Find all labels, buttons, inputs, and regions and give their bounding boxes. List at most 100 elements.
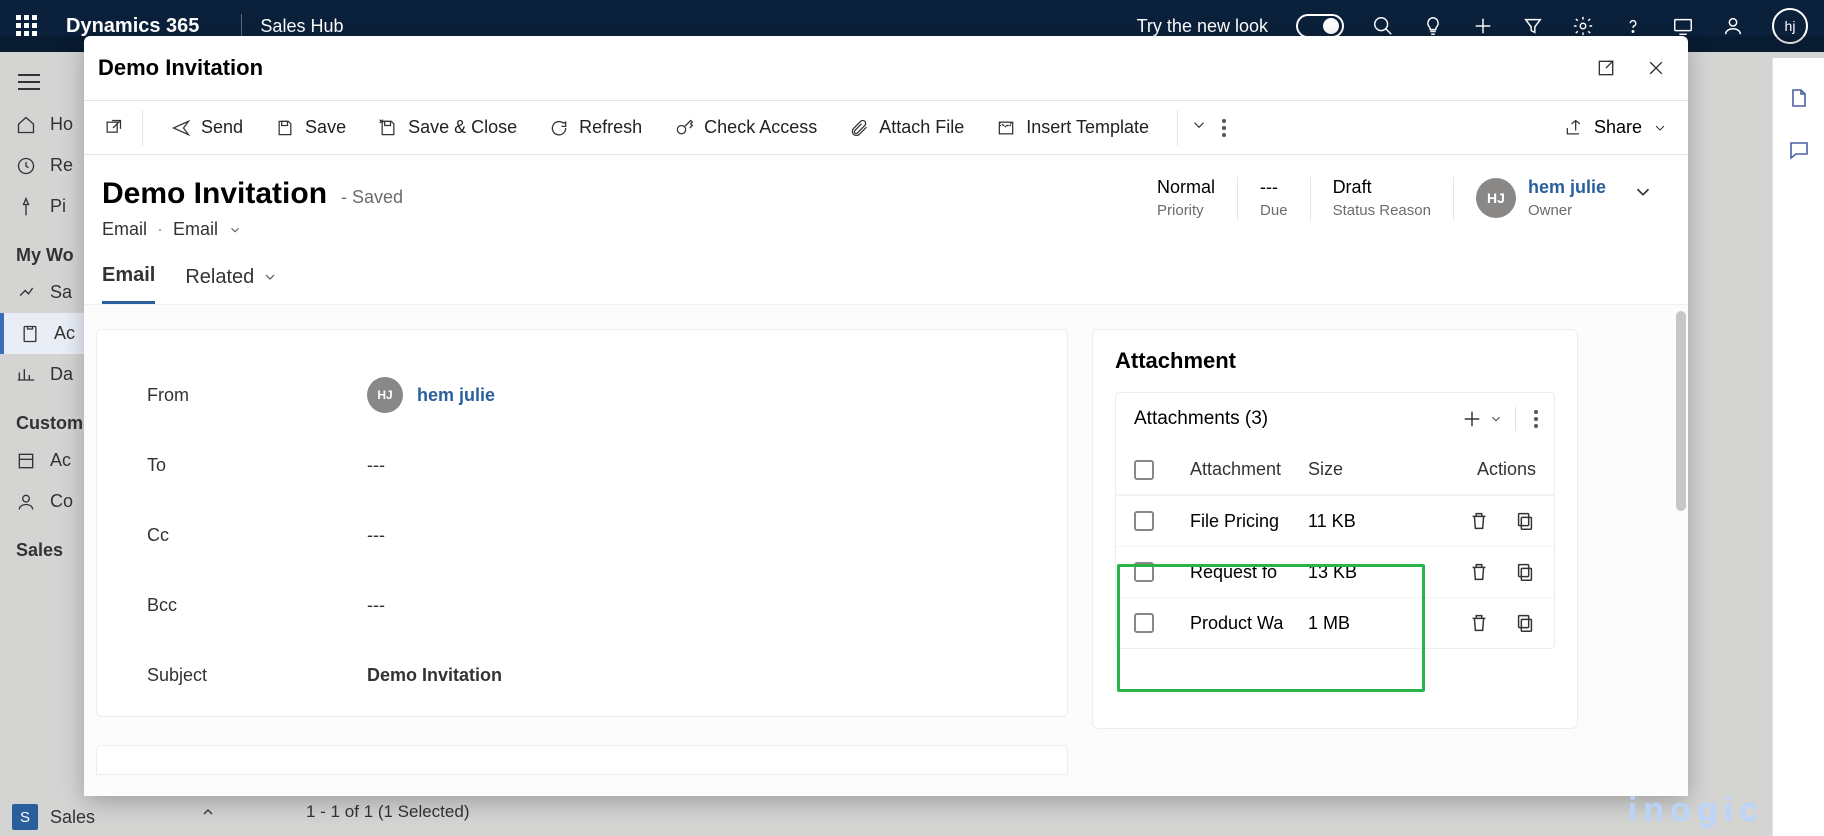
row-checkbox[interactable] [1134, 613, 1154, 633]
save-close-button[interactable]: Save & Close [362, 101, 533, 154]
from-field[interactable]: HJ hem julie [367, 377, 495, 413]
gear-icon[interactable] [1572, 15, 1594, 37]
copy-icon[interactable] [1514, 612, 1536, 634]
col-actions: Actions [1428, 459, 1536, 480]
vertical-scrollbar[interactable] [1676, 311, 1686, 511]
priority-value: Normal [1157, 177, 1215, 198]
chat-icon[interactable] [1787, 138, 1811, 162]
email-body-card[interactable] [96, 745, 1068, 775]
delete-icon[interactable] [1468, 510, 1490, 532]
copy-icon[interactable] [1514, 561, 1536, 583]
add-attachment-button[interactable] [1461, 408, 1483, 430]
attachment-card: Attachment Attachments (3) Attachment Si… [1092, 329, 1578, 729]
chevron-down-icon [262, 269, 278, 285]
subject-field[interactable]: Demo Invitation [367, 665, 502, 686]
from-name: hem julie [417, 385, 495, 406]
attachment-size: 1 MB [1308, 613, 1428, 634]
cc-field[interactable]: --- [367, 525, 385, 546]
brand-label: Dynamics 365 [66, 15, 199, 38]
panel-title: Demo Invitation [98, 55, 263, 81]
priority-label: Priority [1157, 202, 1215, 219]
send-button[interactable]: Send [155, 101, 259, 154]
attachment-size: 13 KB [1308, 562, 1428, 583]
screen-icon[interactable] [1672, 15, 1694, 37]
subject-label: Subject [147, 665, 367, 686]
search-icon[interactable] [1372, 15, 1394, 37]
bcc-label: Bcc [147, 595, 367, 616]
attachment-row[interactable]: Request fo 13 KB [1116, 546, 1554, 597]
status-label: Status Reason [1333, 202, 1431, 219]
insert-template-button[interactable]: Insert Template [980, 101, 1165, 154]
attachment-row[interactable]: Product Wa 1 MB [1116, 597, 1554, 648]
col-size[interactable]: Size [1308, 459, 1428, 480]
from-avatar: HJ [367, 377, 403, 413]
attachment-name[interactable]: Request fo [1190, 562, 1308, 583]
attachments-more-button[interactable] [1528, 410, 1544, 428]
row-checkbox[interactable] [1134, 562, 1154, 582]
email-fields-card: From HJ hem julie To--- Cc--- Bcc--- Sub… [96, 329, 1068, 717]
check-access-button[interactable]: Check Access [658, 101, 833, 154]
open-record-button[interactable] [96, 118, 130, 138]
delete-icon[interactable] [1468, 561, 1490, 583]
filter-icon[interactable] [1522, 15, 1544, 37]
hamburger-icon[interactable] [18, 74, 40, 90]
status-value: Draft [1333, 177, 1431, 198]
popout-icon[interactable] [1596, 58, 1616, 78]
app-name-label: Sales Hub [260, 16, 343, 37]
grid-footer: 1 - 1 of 1 (1 Selected) [200, 802, 469, 822]
owner-name[interactable]: hem julie [1528, 177, 1606, 198]
to-label: To [147, 455, 367, 476]
chevron-down-icon[interactable] [228, 223, 242, 237]
attachment-name[interactable]: Product Wa [1190, 613, 1308, 634]
cc-label: Cc [147, 525, 367, 546]
due-label: Due [1260, 202, 1288, 219]
assistant-icon[interactable] [1722, 15, 1744, 37]
plus-icon[interactable] [1472, 15, 1494, 37]
saved-label: - Saved [341, 187, 403, 208]
record-panel: Demo Invitation Send Save Save & Close R… [84, 36, 1688, 796]
overflow-chevron-button[interactable] [1190, 116, 1208, 139]
share-button[interactable]: Share [1564, 117, 1668, 138]
right-rail [1772, 58, 1824, 836]
delete-icon[interactable] [1468, 612, 1490, 634]
attachments-list-title: Attachments (3) [1134, 408, 1268, 430]
owner-label: Owner [1528, 202, 1606, 219]
copilot-icon[interactable] [1787, 86, 1811, 110]
row-checkbox[interactable] [1134, 511, 1154, 531]
bcc-field[interactable]: --- [367, 595, 385, 616]
more-commands-button[interactable] [1208, 119, 1240, 137]
save-button[interactable]: Save [259, 101, 362, 154]
chevron-up-icon[interactable] [200, 804, 216, 820]
due-value: --- [1260, 177, 1288, 198]
area-switcher-label: Sales [50, 807, 95, 828]
help-icon[interactable] [1622, 15, 1644, 37]
lightbulb-icon[interactable] [1422, 15, 1444, 37]
attach-file-button[interactable]: Attach File [833, 101, 980, 154]
col-attachment[interactable]: Attachment [1190, 459, 1308, 480]
tab-related[interactable]: Related [185, 264, 278, 304]
owner-avatar[interactable]: HJ [1476, 178, 1516, 218]
form-selector[interactable]: Email [173, 219, 218, 240]
command-bar: Send Save Save & Close Refresh Check Acc… [84, 100, 1688, 155]
refresh-button[interactable]: Refresh [533, 101, 658, 154]
record-count: 1 - 1 of 1 (1 Selected) [306, 802, 469, 822]
header-expand-button[interactable] [1606, 177, 1660, 208]
select-all-checkbox[interactable] [1134, 460, 1154, 480]
divider [241, 14, 242, 38]
entity-label: Email [102, 219, 147, 240]
from-label: From [147, 385, 367, 406]
try-new-look-label: Try the new look [1137, 16, 1268, 37]
to-field[interactable]: --- [367, 455, 385, 476]
copy-icon[interactable] [1514, 510, 1536, 532]
app-launcher-icon[interactable] [16, 15, 38, 37]
try-new-look-toggle[interactable] [1296, 14, 1344, 38]
attachment-section-title: Attachment [1115, 348, 1555, 374]
attachment-name[interactable]: File Pricing [1190, 511, 1308, 532]
record-title: Demo Invitation [102, 177, 327, 211]
close-icon[interactable] [1646, 58, 1666, 78]
watermark: inogic [1628, 791, 1764, 830]
tab-email[interactable]: Email [102, 264, 155, 304]
area-switcher-button[interactable]: S [12, 804, 38, 830]
chevron-down-icon[interactable] [1489, 412, 1503, 426]
attachment-row[interactable]: File Pricing 11 KB [1116, 495, 1554, 546]
